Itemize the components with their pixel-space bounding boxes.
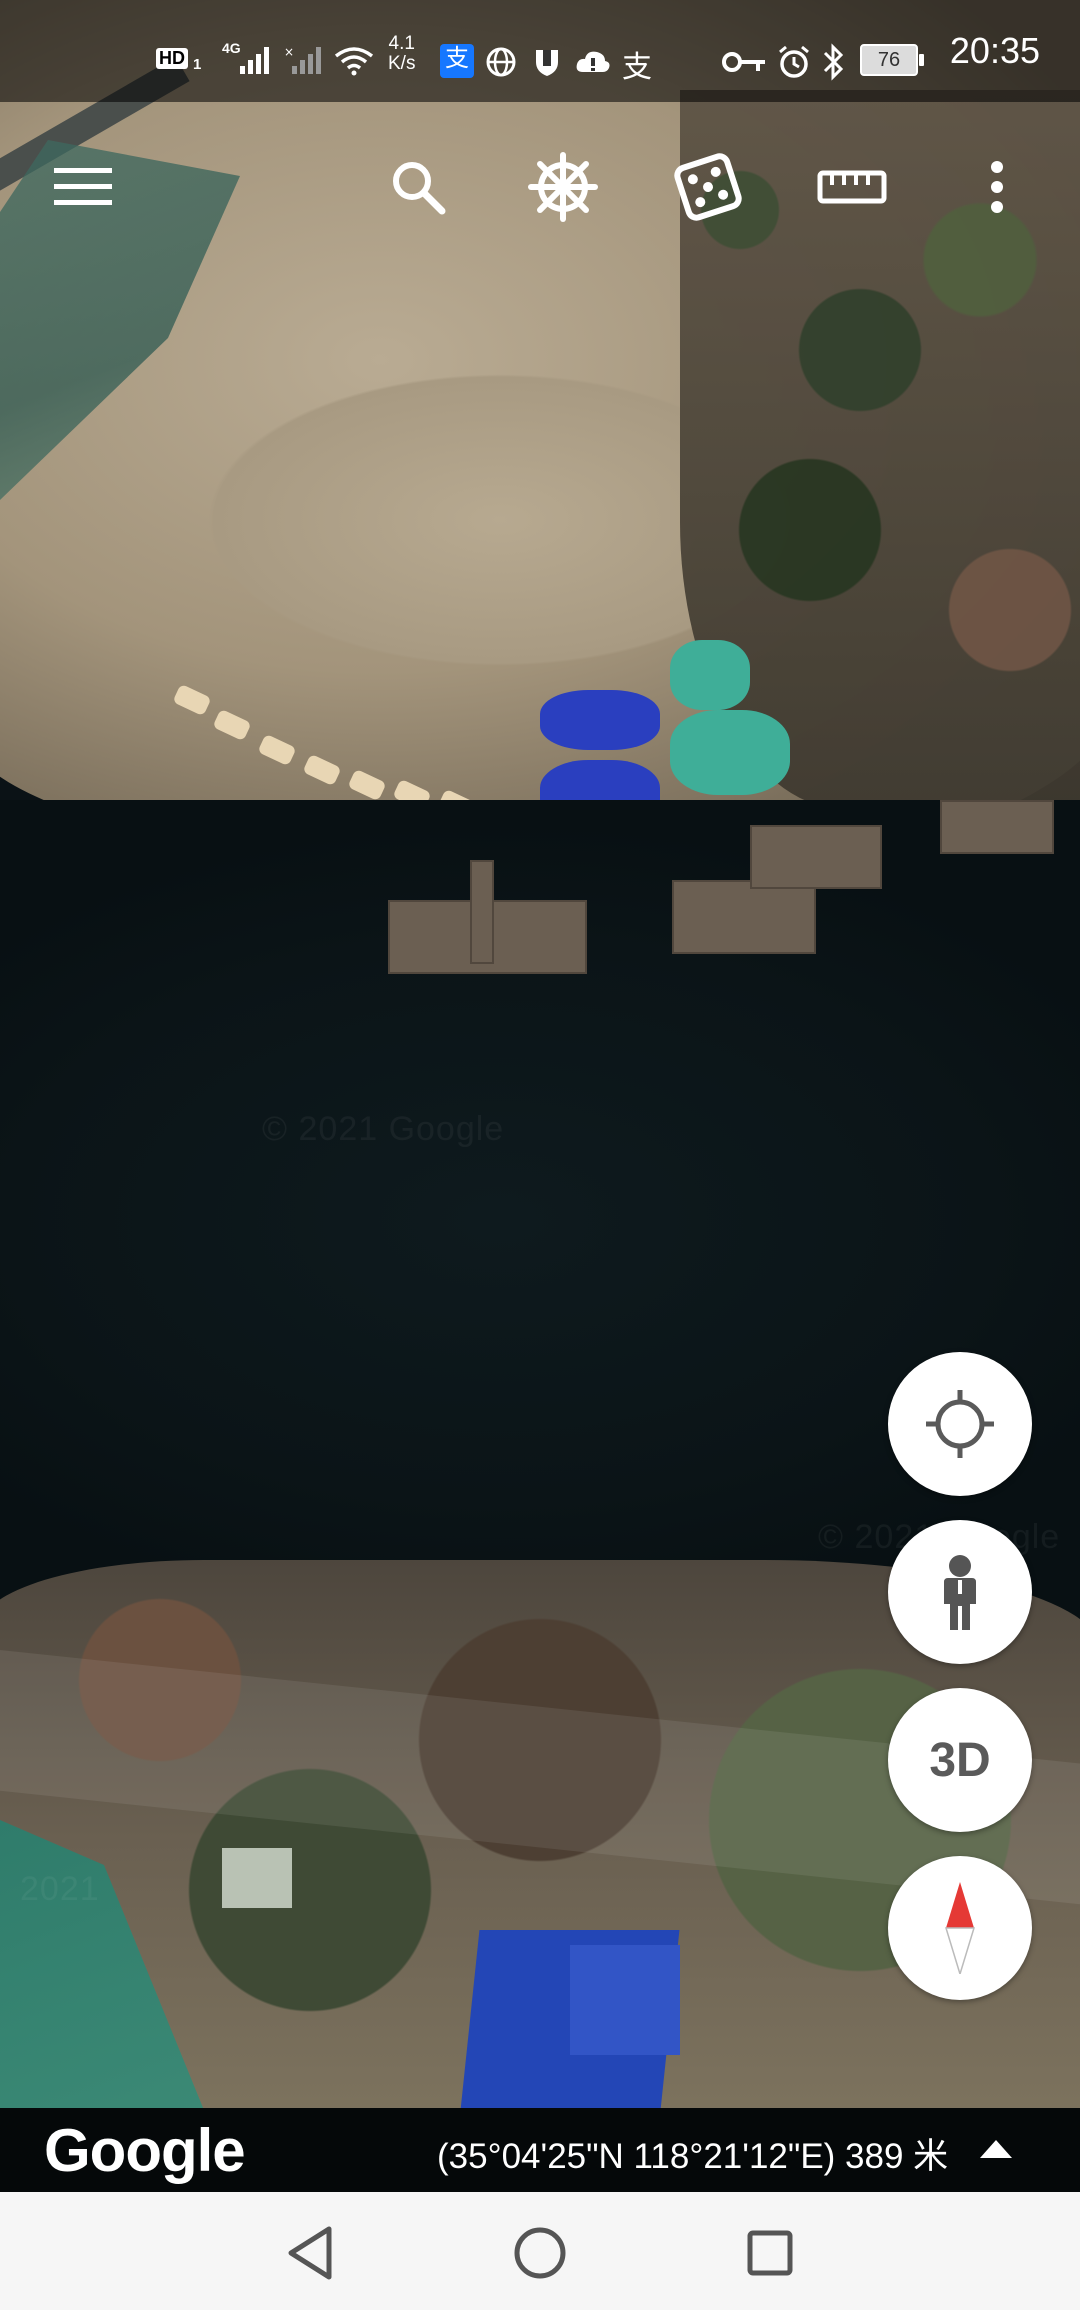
no-signal-icon: ×: [284, 45, 321, 74]
net-speed-unit: K/s: [388, 53, 416, 74]
3d-toggle-button[interactable]: 3D: [888, 1688, 1032, 1832]
menu-button[interactable]: [28, 132, 138, 242]
my-location-button[interactable]: [888, 1352, 1032, 1496]
blue-roof-building: [570, 1945, 680, 2055]
more-options-button[interactable]: [942, 132, 1052, 242]
building: [222, 1848, 292, 1908]
battery-icon: 76: [860, 44, 924, 76]
compass-button[interactable]: [888, 1856, 1032, 2000]
globe-icon: [486, 47, 516, 77]
signal-icon: [240, 47, 269, 74]
map-watermark: 2021: [20, 1870, 100, 1908]
cloud-icon: [576, 51, 610, 72]
blue-tarp: [540, 690, 660, 750]
shield-icon: [536, 50, 558, 76]
expand-info-button[interactable]: [978, 2136, 1014, 2164]
alipay-icon: 支: [440, 44, 474, 78]
dice-icon: [674, 153, 742, 221]
system-navigation-bar: [0, 2192, 1080, 2310]
map-watermark: © 2021 Google: [262, 1110, 505, 1148]
pier: [672, 880, 816, 954]
recents-icon: [747, 2230, 793, 2276]
wifi-icon: [334, 47, 374, 76]
voyager-wheel-icon: [528, 152, 598, 222]
key-icon: [722, 52, 765, 72]
alarm-icon: [779, 45, 809, 78]
menu-icon: [54, 168, 112, 205]
voyager-button[interactable]: [508, 132, 618, 242]
ruler-icon: [817, 170, 887, 204]
home-icon: [514, 2227, 566, 2279]
status-bar: HD 1 4G × 4.1 K/s 支 支 76 20:35: [0, 0, 1080, 102]
measure-button[interactable]: [797, 132, 907, 242]
compass-icon: [944, 1882, 976, 1974]
search-icon: [393, 162, 446, 215]
map-footer: Google (35°04'25"N 118°21'12"E) 389 米: [0, 2108, 1080, 2192]
alipay-icon: 支: [622, 51, 652, 84]
teal-tarp: [670, 710, 790, 795]
hd-icon: HD: [156, 48, 188, 69]
clock: 20:35: [949, 30, 1040, 71]
crosshair-icon: [926, 1390, 994, 1458]
back-button[interactable]: [275, 2218, 345, 2288]
street-view-button[interactable]: [888, 1520, 1032, 1664]
home-button[interactable]: [505, 2218, 575, 2288]
chevron-up-icon: [980, 2140, 1012, 2158]
pier: [750, 825, 882, 889]
network-speed: 4.1 K/s: [388, 34, 415, 74]
top-toolbar: [0, 102, 1080, 270]
pegman-icon: [944, 1555, 976, 1630]
svg-text:×: ×: [284, 45, 294, 59]
pier: [470, 860, 494, 964]
net-speed-value: 4.1: [388, 33, 415, 54]
google-logo: Google: [44, 2117, 246, 2184]
back-icon: [288, 2226, 332, 2280]
more-vert-icon: [991, 161, 1003, 213]
sim-index: 1: [193, 56, 202, 73]
bluetooth-icon: [823, 43, 844, 81]
search-button[interactable]: [363, 132, 473, 242]
pier: [940, 800, 1054, 854]
recents-button[interactable]: [735, 2218, 805, 2288]
random-location-button[interactable]: [653, 132, 763, 242]
coordinates-readout: (35°04'25"N 118°21'12"E) 389 米: [437, 2137, 949, 2176]
teal-tarp: [670, 640, 750, 710]
